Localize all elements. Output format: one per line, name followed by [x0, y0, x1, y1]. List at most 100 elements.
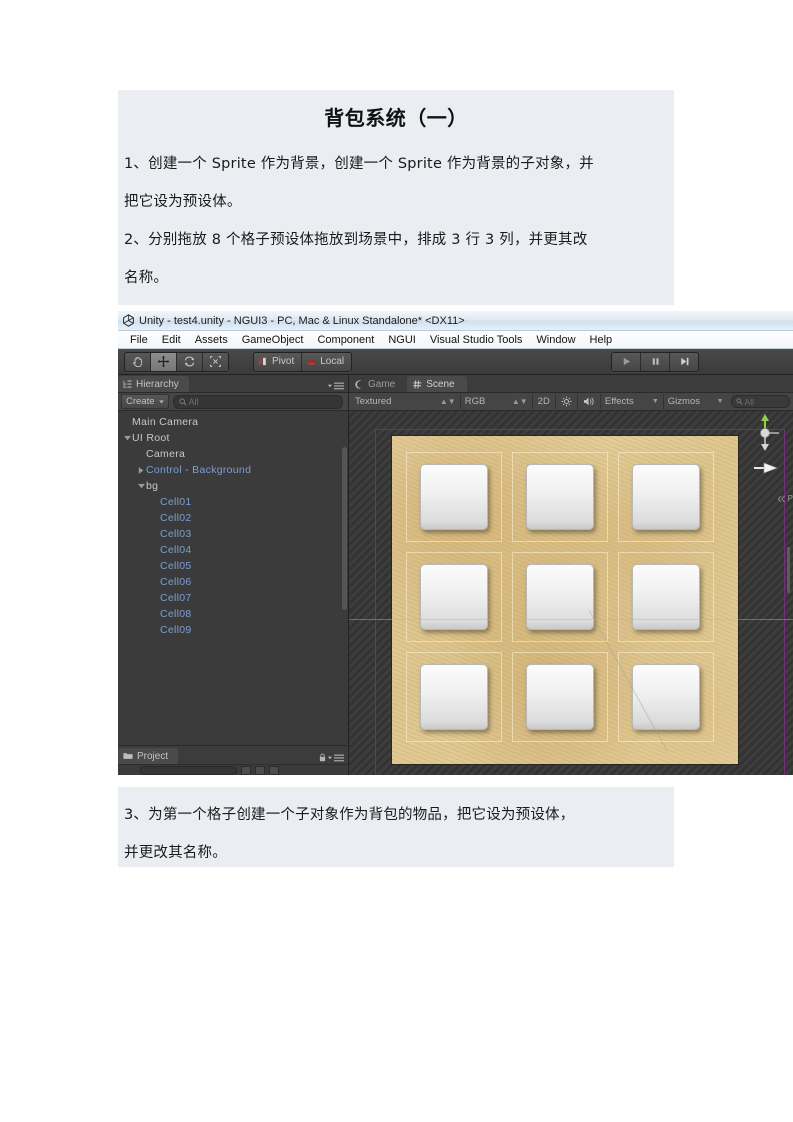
menu-visual-studio-tools[interactable]: Visual Studio Tools — [423, 334, 530, 346]
menu-help[interactable]: Help — [583, 334, 620, 346]
hierarchy-item[interactable]: Cell06 — [118, 574, 348, 590]
scene-resize-handle[interactable] — [787, 547, 790, 593]
project-panel-menu[interactable] — [319, 753, 344, 762]
scene-horizon-line — [349, 619, 793, 620]
folder-icon — [123, 753, 133, 759]
tab-game[interactable]: Game — [349, 376, 408, 392]
transform-tool-group — [124, 351, 229, 372]
project-search-input[interactable] — [140, 765, 237, 775]
instruction-line: 2、分别拖放 8 个格子预设体拖放到场景中，排成 3 行 3 列，并更其改 — [124, 232, 588, 248]
play-button[interactable] — [612, 352, 641, 371]
unity-editor-window: Unity - test4.unity - NGUI3 - PC, Mac & … — [118, 311, 793, 775]
hierarchy-item[interactable]: Cell01 — [118, 494, 348, 510]
tab-hierarchy[interactable]: Hierarchy — [118, 376, 189, 392]
color-mode-dropdown[interactable]: RGB ▲▼ — [461, 394, 533, 409]
project-favorite-button[interactable] — [255, 765, 265, 775]
hierarchy-item-label: Main Camera — [132, 416, 199, 428]
hierarchy-item-label: Cell04 — [160, 544, 192, 556]
cell-sprite-01[interactable] — [420, 464, 488, 530]
hierarchy-item-label: bg — [146, 480, 159, 492]
menu-window[interactable]: Window — [529, 334, 582, 346]
window-titlebar: Unity - test4.unity - NGUI3 - PC, Mac & … — [118, 311, 793, 331]
scene-axis-gizmo[interactable] — [749, 413, 791, 461]
menu-bar: File Edit Assets GameObject Component NG… — [118, 331, 793, 349]
hierarchy-panel-menu[interactable] — [328, 382, 344, 390]
audio-toggle-button[interactable] — [578, 394, 601, 409]
hierarchy-item[interactable]: bg — [118, 478, 348, 494]
hand-tool-button[interactable] — [125, 352, 151, 371]
hierarchy-scrollbar[interactable] — [342, 447, 347, 743]
draw-mode-dropdown[interactable]: Textured ▲▼ — [351, 394, 461, 409]
hierarchy-icon — [123, 379, 132, 388]
chevron-down-icon — [328, 756, 332, 759]
scene-search-input[interactable]: All — [730, 395, 790, 408]
search-icon — [736, 398, 743, 405]
hierarchy-item[interactable]: Cell08 — [118, 606, 348, 622]
chevron-down-icon — [328, 384, 332, 388]
hierarchy-item[interactable]: Cell04 — [118, 542, 348, 558]
scene-panel: Game Scene Textured ▲▼ RGB ▲▼ 2D Effects… — [349, 375, 793, 775]
hierarchy-item[interactable]: Cell02 — [118, 510, 348, 526]
menu-edit[interactable]: Edit — [155, 334, 188, 346]
cell-sprite-03[interactable] — [632, 464, 700, 530]
menu-assets[interactable]: Assets — [188, 334, 235, 346]
step-button[interactable] — [670, 352, 698, 371]
hierarchy-item-label: Cell01 — [160, 496, 192, 508]
project-view-button[interactable] — [269, 765, 279, 775]
updown-icon: ▲▼ — [511, 397, 528, 406]
cell-sprite-05[interactable] — [526, 564, 594, 630]
hierarchy-tabrow: Hierarchy — [118, 375, 348, 393]
chevron-down-icon[interactable] — [136, 483, 146, 489]
menu-component[interactable]: Component — [310, 334, 381, 346]
scale-tool-button[interactable] — [203, 352, 228, 371]
hierarchy-item[interactable]: Control - Background — [118, 462, 348, 478]
tab-project[interactable]: Project — [118, 748, 179, 764]
lighting-toggle-button[interactable] — [556, 394, 578, 409]
game-icon — [355, 379, 362, 389]
toggle-2d-button[interactable]: 2D — [533, 394, 556, 409]
effects-dropdown[interactable]: Effects ▼ — [601, 394, 664, 409]
hierarchy-item-label: Camera — [146, 448, 186, 460]
cell-sprite-04[interactable] — [420, 564, 488, 630]
hierarchy-item[interactable]: Cell05 — [118, 558, 348, 574]
chevron-down-icon: ▼ — [716, 398, 724, 405]
scrollbar-thumb[interactable] — [342, 447, 347, 610]
chevron-down-icon[interactable] — [122, 435, 132, 441]
move-tool-button[interactable] — [151, 352, 177, 371]
cell-sprite-02[interactable] — [526, 464, 594, 530]
local-icon — [308, 359, 316, 366]
rotate-tool-button[interactable] — [177, 352, 203, 371]
scene-viewport[interactable]: P — [349, 411, 793, 775]
hierarchy-item-label: Cell05 — [160, 560, 192, 572]
create-button[interactable]: Create — [121, 394, 169, 409]
create-button-label: Create — [126, 396, 155, 407]
project-filter-button[interactable] — [241, 765, 251, 775]
local-label: Local — [320, 356, 345, 367]
cell-sprite-08[interactable] — [526, 664, 594, 730]
move-gizmo-x-arrow[interactable] — [754, 461, 778, 475]
pause-button[interactable] — [641, 352, 670, 371]
hierarchy-item[interactable]: Main Camera — [118, 414, 348, 430]
cell-sprite-06[interactable] — [632, 564, 700, 630]
menu-file[interactable]: File — [123, 334, 155, 346]
background-sprite[interactable] — [391, 435, 739, 765]
hierarchy-item[interactable]: Cell07 — [118, 590, 348, 606]
tab-scene[interactable]: Scene — [407, 376, 467, 392]
hierarchy-item[interactable]: UI Root — [118, 430, 348, 446]
cell-sprite-09[interactable] — [632, 664, 700, 730]
chevron-right-icon[interactable] — [136, 466, 146, 474]
cell-sprite-07[interactable] — [420, 664, 488, 730]
tab-project-label: Project — [137, 750, 169, 762]
chevron-down-icon: ▼ — [651, 398, 659, 405]
hierarchy-item[interactable]: Cell03 — [118, 526, 348, 542]
local-toggle[interactable]: Local — [302, 352, 352, 371]
hierarchy-search-input[interactable]: All — [172, 394, 343, 409]
menu-gameobject[interactable]: GameObject — [235, 334, 311, 346]
pivot-toggle[interactable]: Pivot — [254, 352, 303, 371]
gizmos-dropdown[interactable]: Gizmos ▼ — [664, 394, 728, 409]
menu-ngui[interactable]: NGUI — [381, 334, 423, 346]
hierarchy-item[interactable]: Cell09 — [118, 622, 348, 638]
hierarchy-item[interactable]: Camera — [118, 446, 348, 462]
effects-label: Effects — [604, 396, 634, 407]
chevron-down-icon — [158, 399, 164, 404]
